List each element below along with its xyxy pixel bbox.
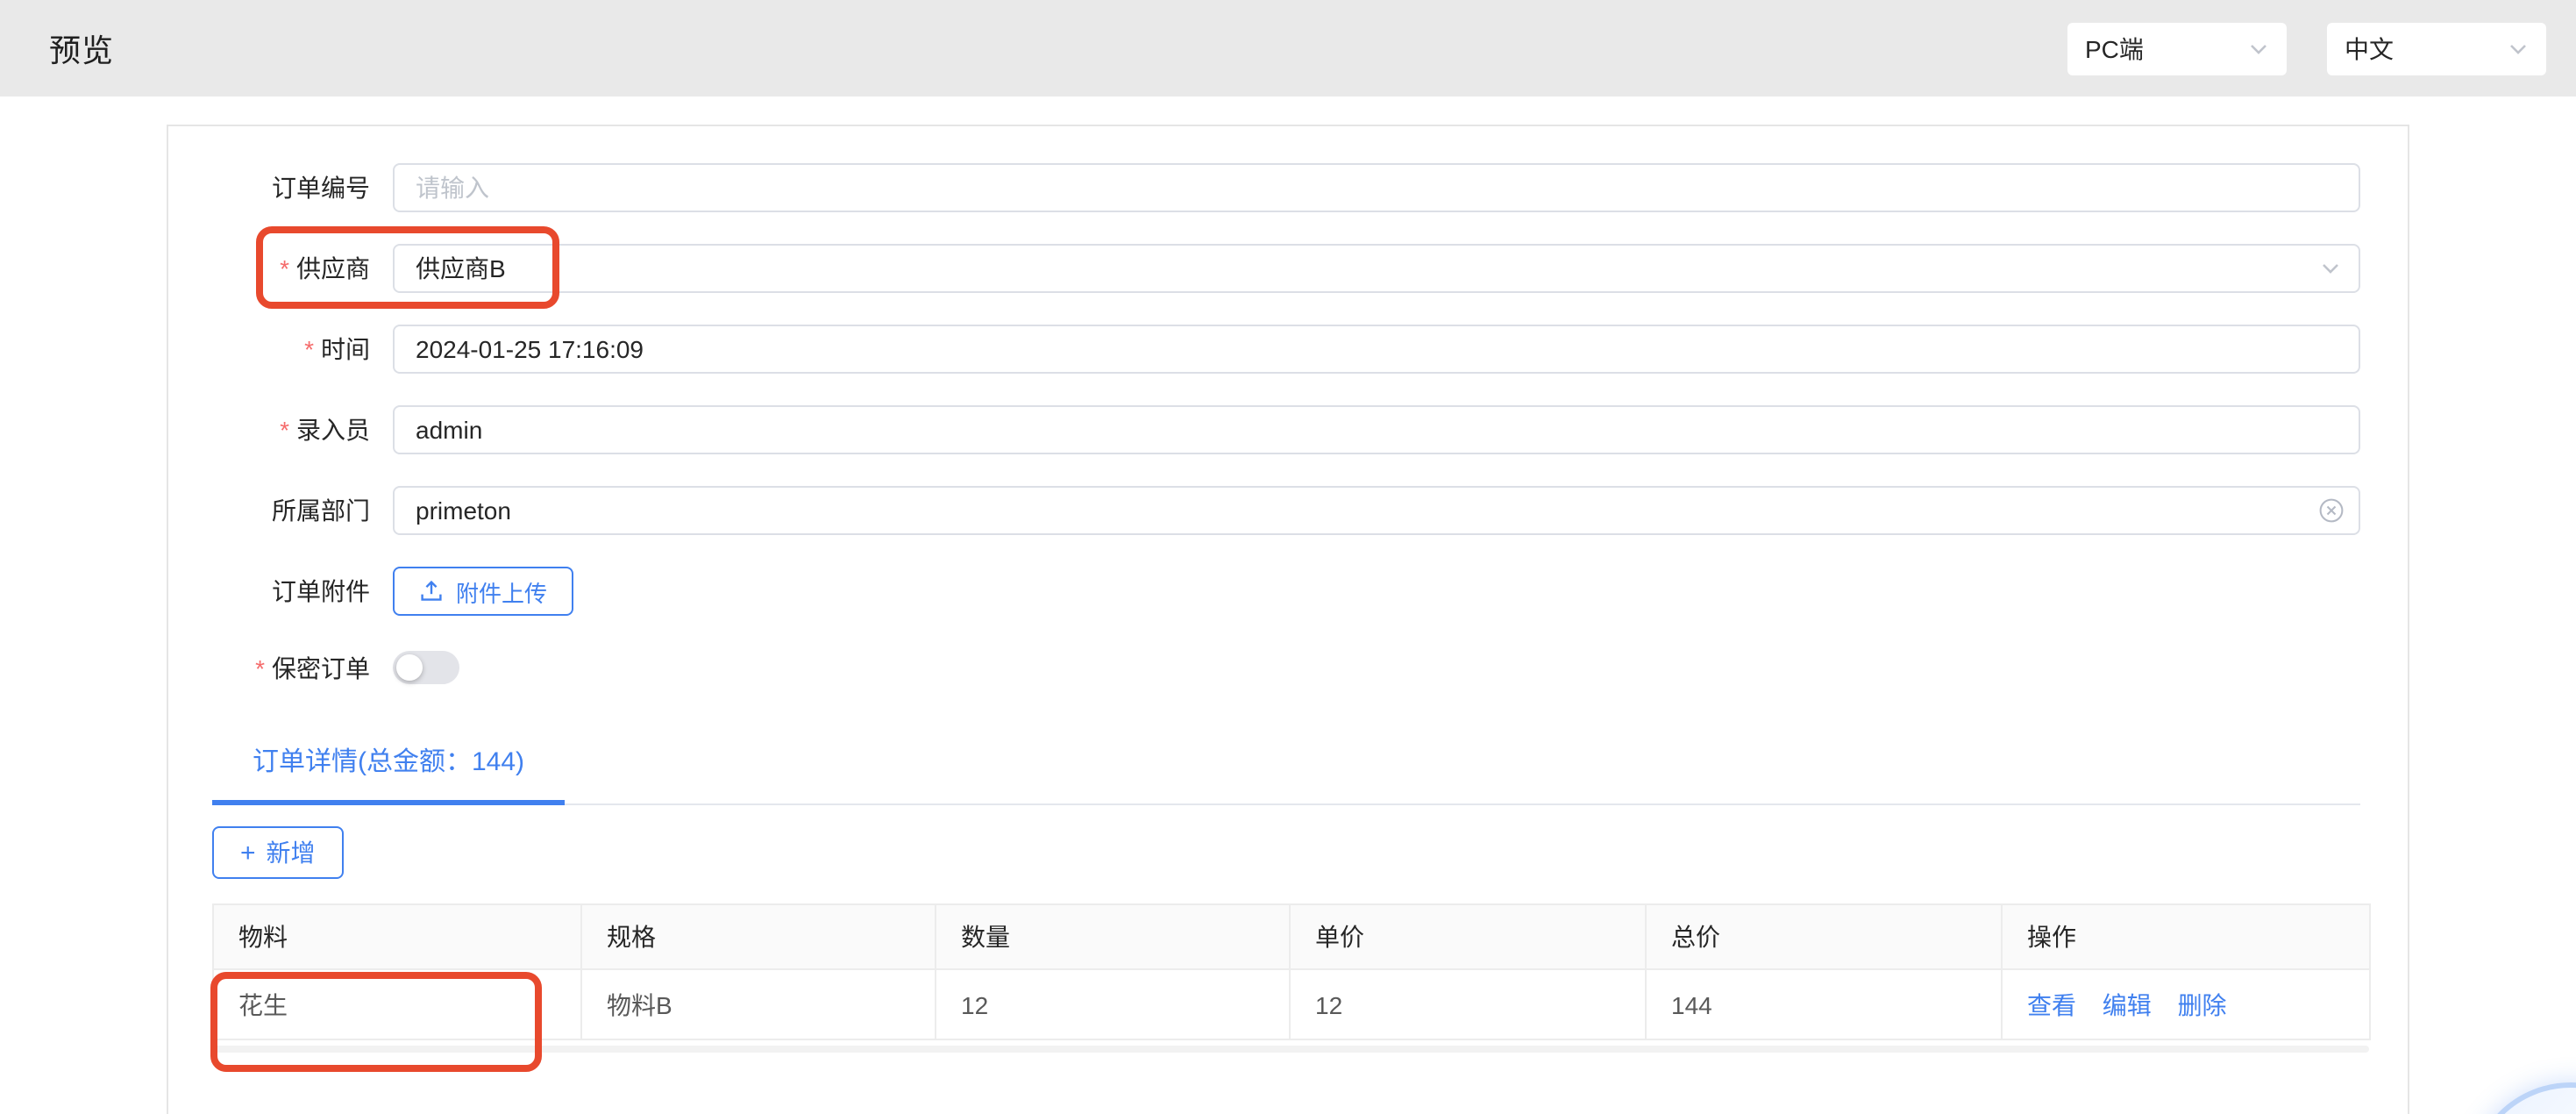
department-label: 所属部门 — [212, 493, 370, 528]
main-area: 订单编号 * 供应商 供应商B — [0, 96, 2576, 1114]
supplier-control: 供应商B — [393, 244, 2360, 293]
language-select-value: 中文 — [2345, 31, 2394, 66]
header-selects: PC端 中文 — [2067, 22, 2546, 75]
department-control — [393, 486, 2360, 535]
table-header-row: 物料 规格 数量 单价 总价 操作 — [213, 904, 2370, 969]
detail-tabs: 订单详情(总金额：144) — [212, 744, 2360, 805]
chevron-down-icon — [2320, 258, 2341, 279]
app-viewport: 预览 PC端 中文 订单编号 — [0, 0, 2576, 1114]
time-input[interactable] — [393, 325, 2360, 374]
required-asterisk: * — [304, 335, 314, 363]
entry-clerk-label: * 录入员 — [212, 412, 370, 447]
cell-spec: 物料B — [581, 969, 936, 1039]
form-row-supplier: * 供应商 供应商B — [212, 244, 2360, 293]
tab-label: 订单详情(总金额：144) — [253, 747, 524, 777]
form-row-confidential: * 保密订单 — [212, 651, 2360, 684]
form-row-entry-clerk: * 录入员 — [212, 405, 2360, 454]
add-row-button[interactable]: + 新增 — [212, 826, 344, 879]
confidential-label: * 保密订单 — [212, 650, 370, 685]
col-header-spec: 规格 — [581, 904, 936, 969]
add-button-label: 新增 — [267, 835, 316, 870]
col-header-total-price: 总价 — [1646, 904, 2002, 969]
field-label-text: 供应商 — [296, 251, 370, 286]
cell-actions: 查看 编辑 删除 — [2002, 969, 2370, 1039]
page-title: 预览 — [49, 25, 114, 71]
department-input[interactable] — [393, 486, 2360, 535]
col-header-unit-price: 单价 — [1290, 904, 1646, 969]
chevron-down-icon — [2248, 38, 2269, 59]
language-select[interactable]: 中文 — [2327, 22, 2546, 75]
required-asterisk: * — [280, 254, 289, 282]
field-label-text: 所属部门 — [272, 493, 370, 528]
cell-unit-price: 12 — [1290, 969, 1646, 1039]
attachment-control: 附件上传 — [393, 567, 2360, 616]
supplier-select[interactable]: 供应商B — [393, 244, 2360, 293]
device-select[interactable]: PC端 — [2067, 22, 2287, 75]
upload-button-label: 附件上传 — [456, 575, 547, 608]
tab-order-details[interactable]: 订单详情(总金额：144) — [212, 744, 565, 805]
floating-assistant-button[interactable] — [2469, 1082, 2576, 1114]
cell-material: 花生 — [213, 969, 581, 1039]
order-number-control — [393, 163, 2360, 212]
time-control — [393, 325, 2360, 374]
field-label-text: 保密订单 — [272, 650, 370, 685]
required-asterisk: * — [280, 416, 289, 444]
table-row: 花生 物料B 12 12 144 查看 编辑 删除 — [213, 969, 2370, 1039]
order-number-input[interactable] — [393, 163, 2360, 212]
confidential-switch[interactable] — [393, 651, 459, 684]
col-header-quantity: 数量 — [936, 904, 1290, 969]
attachment-label: 订单附件 — [212, 574, 370, 609]
form-row-time: * 时间 — [212, 325, 2360, 374]
cell-total-price: 144 — [1646, 969, 2002, 1039]
field-label-text: 录入员 — [296, 412, 370, 447]
switch-knob — [396, 654, 423, 681]
field-label-text: 时间 — [321, 332, 370, 367]
time-label: * 时间 — [212, 332, 370, 367]
field-label-text: 订单附件 — [272, 574, 370, 609]
device-select-value: PC端 — [2085, 31, 2144, 66]
required-asterisk: * — [255, 653, 265, 682]
confidential-control — [393, 651, 2360, 684]
field-label-text: 订单编号 — [272, 170, 370, 205]
form-row-order-number: 订单编号 — [212, 163, 2360, 212]
form-card: 订单编号 * 供应商 供应商B — [167, 125, 2409, 1114]
view-link[interactable]: 查看 — [2027, 990, 2076, 1018]
circle-close-icon[interactable] — [2318, 497, 2345, 524]
edit-link[interactable]: 编辑 — [2103, 990, 2152, 1018]
order-detail-table: 物料 规格 数量 单价 总价 操作 花生 物料B 12 12 144 — [212, 903, 2371, 1040]
chevron-down-icon — [2508, 38, 2529, 59]
supplier-select-value: 供应商B — [416, 251, 506, 286]
entry-clerk-input[interactable] — [393, 405, 2360, 454]
header-bar: 预览 PC端 中文 — [0, 0, 2576, 96]
delete-link[interactable]: 删除 — [2178, 990, 2227, 1018]
attachment-upload-button[interactable]: 附件上传 — [393, 567, 573, 616]
order-number-label: 订单编号 — [212, 170, 370, 205]
form-row-department: 所属部门 — [212, 486, 2360, 535]
supplier-label: * 供应商 — [212, 251, 370, 286]
cell-quantity: 12 — [936, 969, 1290, 1039]
col-header-actions: 操作 — [2002, 904, 2370, 969]
form-row-attachment: 订单附件 附件上传 — [212, 567, 2360, 616]
table-horizontal-scrollbar[interactable] — [212, 1046, 2369, 1053]
entry-clerk-control — [393, 405, 2360, 454]
col-header-material: 物料 — [213, 904, 581, 969]
upload-icon — [419, 579, 444, 603]
plus-icon: + — [240, 839, 256, 866]
